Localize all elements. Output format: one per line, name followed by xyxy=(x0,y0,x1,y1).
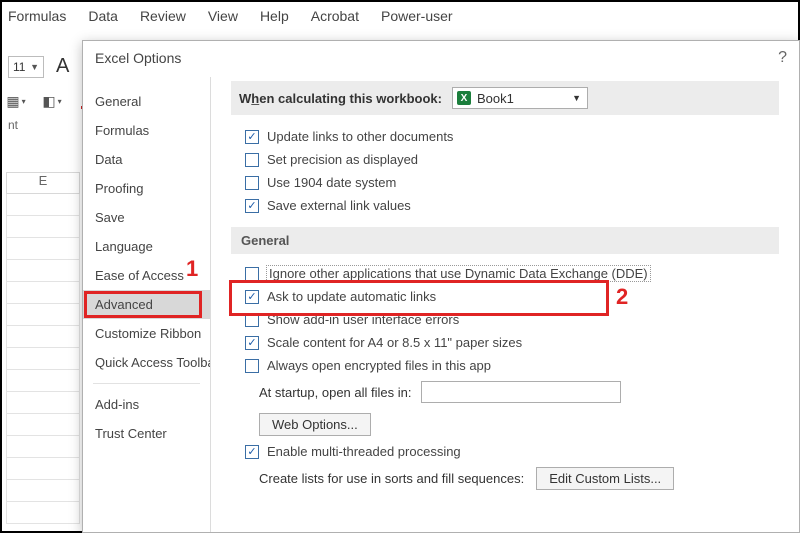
checkbox-icon[interactable] xyxy=(245,130,259,144)
nav-separator xyxy=(93,383,200,384)
startup-path-input[interactable] xyxy=(421,381,621,403)
menu-acrobat[interactable]: Acrobat xyxy=(311,8,359,24)
nav-save[interactable]: Save xyxy=(83,203,210,232)
menu-poweruser[interactable]: Power-user xyxy=(381,8,453,24)
checkbox-icon[interactable] xyxy=(245,445,259,459)
checkbox-icon[interactable] xyxy=(245,290,259,304)
menu-view[interactable]: View xyxy=(208,8,238,24)
workbook-name: Book1 xyxy=(477,91,514,106)
cell[interactable] xyxy=(6,414,80,436)
cell[interactable] xyxy=(6,370,80,392)
cell[interactable] xyxy=(6,502,80,524)
opt-show-addin-errors[interactable]: Show add-in user interface errors xyxy=(231,308,779,331)
opt-label: Save external link values xyxy=(267,198,411,213)
opt-label: Scale content for A4 or 8.5 x 11" paper … xyxy=(267,335,522,350)
nav-general[interactable]: General xyxy=(83,87,210,116)
nav-language[interactable]: Language xyxy=(83,232,210,261)
cell[interactable] xyxy=(6,326,80,348)
nav-ease-of-access[interactable]: Ease of Access xyxy=(83,261,210,290)
opt-save-external[interactable]: Save external link values xyxy=(231,194,779,217)
font-size-value: 11 xyxy=(13,60,25,74)
opt-label: Ignore other applications that use Dynam… xyxy=(267,266,650,281)
checkbox-icon[interactable] xyxy=(245,267,259,281)
menu-help[interactable]: Help xyxy=(260,8,289,24)
opt-enable-multithread[interactable]: Enable multi-threaded processing xyxy=(231,440,779,463)
increase-font-icon[interactable]: A xyxy=(56,55,69,78)
chevron-down-icon: ▼ xyxy=(572,93,581,103)
checkbox-icon[interactable] xyxy=(245,359,259,373)
opt-label: Update links to other documents xyxy=(267,129,453,144)
opt-scale-content[interactable]: Scale content for A4 or 8.5 x 11" paper … xyxy=(231,331,779,354)
cell[interactable] xyxy=(6,194,80,216)
opt-label: Enable multi-threaded processing xyxy=(267,444,461,459)
opt-use-1904[interactable]: Use 1904 date system xyxy=(231,171,779,194)
font-size-picker[interactable]: 11 ▼ xyxy=(8,56,44,78)
help-icon[interactable]: ? xyxy=(778,49,787,67)
opt-label: Use 1904 date system xyxy=(267,175,396,190)
cell[interactable] xyxy=(6,348,80,370)
menu-data[interactable]: Data xyxy=(88,8,118,24)
opt-set-precision[interactable]: Set precision as displayed xyxy=(231,148,779,171)
cell[interactable] xyxy=(6,216,80,238)
borders-button[interactable]: ▦▾ xyxy=(4,90,28,112)
checkbox-icon[interactable] xyxy=(245,336,259,350)
nav-customize-ribbon[interactable]: Customize Ribbon xyxy=(83,319,210,348)
chevron-down-icon: ▼ xyxy=(30,62,39,72)
nav-trust-center[interactable]: Trust Center xyxy=(83,419,210,448)
checkbox-icon[interactable] xyxy=(245,313,259,327)
menu-formulas[interactable]: Formulas xyxy=(8,8,66,24)
font-size-area: 11 ▼ A xyxy=(8,55,69,78)
web-options-button[interactable]: Web Options... xyxy=(259,413,371,436)
opt-ask-update[interactable]: Ask to update automatic links xyxy=(231,285,779,308)
ribbon-group-fragment: nt xyxy=(8,118,18,132)
nav-add-ins[interactable]: Add-ins xyxy=(83,390,210,419)
cell[interactable] xyxy=(6,436,80,458)
options-nav: General Formulas Data Proofing Save Lang… xyxy=(83,77,211,532)
nav-formulas[interactable]: Formulas xyxy=(83,116,210,145)
excel-icon: X xyxy=(457,91,471,105)
opt-ignore-dde[interactable]: Ignore other applications that use Dynam… xyxy=(231,262,779,285)
cell[interactable] xyxy=(6,282,80,304)
excel-options-dialog: Excel Options ? General Formulas Data Pr… xyxy=(82,40,800,533)
opt-always-open-encrypted[interactable]: Always open encrypted files in this app xyxy=(231,354,779,377)
opt-label: Ask to update automatic links xyxy=(267,289,436,304)
checkbox-icon[interactable] xyxy=(245,199,259,213)
fill-color-button[interactable]: ◧▾ xyxy=(40,90,64,112)
checkbox-icon[interactable] xyxy=(245,153,259,167)
section-general: General xyxy=(231,227,779,254)
create-lists-label: Create lists for use in sorts and fill s… xyxy=(259,471,524,486)
opt-update-links[interactable]: Update links to other documents xyxy=(231,125,779,148)
checkbox-icon[interactable] xyxy=(245,176,259,190)
options-pane: When calculating this workbook: X Book1 … xyxy=(211,77,799,532)
when-calculating-row: When calculating this workbook: X Book1 … xyxy=(231,81,779,115)
nav-advanced[interactable]: Advanced xyxy=(83,290,210,319)
column-header-e[interactable]: E xyxy=(6,172,80,194)
cell[interactable] xyxy=(6,260,80,282)
workbook-select[interactable]: X Book1 ▼ xyxy=(452,87,588,109)
nav-quick-access-toolbar[interactable]: Quick Access Toolbar xyxy=(83,348,210,377)
cell[interactable] xyxy=(6,480,80,502)
create-lists-row: Create lists for use in sorts and fill s… xyxy=(231,463,779,494)
startup-label: At startup, open all files in: xyxy=(259,385,411,400)
opt-label: Set precision as displayed xyxy=(267,152,418,167)
dialog-title: Excel Options xyxy=(95,50,181,66)
cell[interactable] xyxy=(6,392,80,414)
opt-label: Always open encrypted files in this app xyxy=(267,358,491,373)
menu-review[interactable]: Review xyxy=(140,8,186,24)
nav-proofing[interactable]: Proofing xyxy=(83,174,210,203)
cell[interactable] xyxy=(6,458,80,480)
nav-data[interactable]: Data xyxy=(83,145,210,174)
opt-label: Show add-in user interface errors xyxy=(267,312,459,327)
edit-custom-lists-button[interactable]: Edit Custom Lists... xyxy=(536,467,674,490)
when-calculating-label: When calculating this workbook: xyxy=(239,91,442,106)
cell[interactable] xyxy=(6,304,80,326)
startup-row: At startup, open all files in: xyxy=(231,377,779,407)
cell[interactable] xyxy=(6,238,80,260)
dialog-titlebar: Excel Options ? xyxy=(83,41,799,77)
ribbon-menus: Formulas Data Review View Help Acrobat P… xyxy=(8,8,453,24)
spreadsheet-fragment: E xyxy=(6,172,80,524)
